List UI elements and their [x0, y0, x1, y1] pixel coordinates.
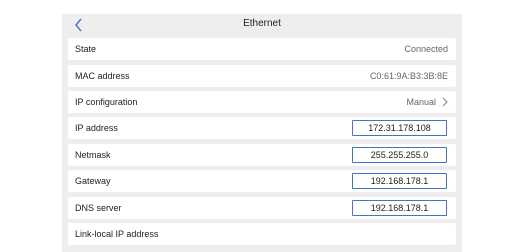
row-mac-address: MAC address C0:61:9A:B3:3B:8E — [68, 65, 456, 87]
gateway-field[interactable] — [352, 173, 447, 189]
ip-address-field[interactable] — [352, 120, 447, 136]
ip-configuration-value: Manual — [406, 97, 436, 107]
row-state: State Connected — [68, 38, 456, 60]
row-ip-address: IP address — [68, 117, 456, 139]
mac-address-label: MAC address — [75, 71, 130, 81]
gateway-label: Gateway — [75, 176, 111, 186]
netmask-label: Netmask — [75, 150, 111, 160]
mac-address-value: C0:61:9A:B3:3B:8E — [369, 71, 448, 81]
chevron-right-icon — [442, 97, 448, 107]
dns-server-field[interactable] — [352, 200, 447, 216]
header-bar: Ethernet — [62, 14, 462, 36]
ip-configuration-label: IP configuration — [75, 97, 138, 107]
link-local-ip-address-label: Link-local IP address — [75, 229, 159, 239]
dns-server-label: DNS server — [75, 203, 122, 213]
state-value: Connected — [404, 44, 448, 54]
row-netmask: Netmask — [68, 144, 456, 166]
row-link-local-ip-address: Link-local IP address — [68, 223, 456, 245]
row-dns-server: DNS server — [68, 197, 456, 219]
ip-address-label: IP address — [75, 123, 118, 133]
row-ip-configuration[interactable]: IP configuration Manual — [68, 91, 456, 113]
netmask-field[interactable] — [352, 147, 447, 163]
settings-panel: Ethernet State Connected MAC address C0:… — [62, 14, 462, 252]
row-gateway: Gateway — [68, 170, 456, 192]
page-title: Ethernet — [243, 18, 281, 29]
state-label: State — [75, 44, 97, 54]
